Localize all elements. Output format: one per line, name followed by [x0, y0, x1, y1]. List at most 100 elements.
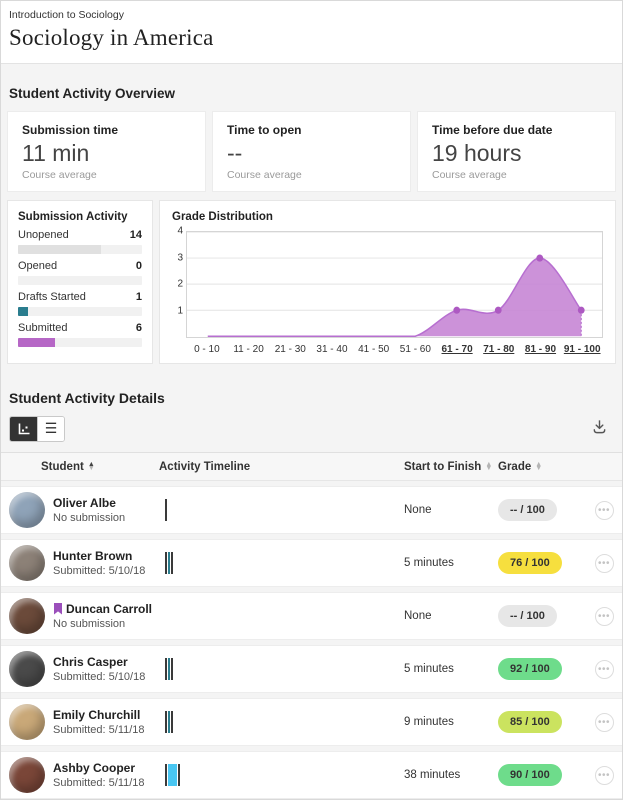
- student-avatar: [9, 598, 45, 634]
- stat-caption: Course average: [227, 169, 302, 181]
- timeline-tick: [171, 552, 173, 574]
- more-cell: •••: [586, 712, 622, 732]
- more-options-button[interactable]: •••: [594, 500, 614, 520]
- column-label: Start to Finish: [404, 460, 482, 473]
- activity-label: Submitted: [18, 322, 68, 334]
- timeline-tick: [168, 711, 170, 733]
- submission-status: Submitted: 5/11/18: [53, 724, 145, 736]
- chart-data-point: [536, 254, 544, 262]
- grade-pill[interactable]: -- / 100: [498, 499, 557, 521]
- chart-view-icon: [18, 423, 29, 435]
- chart-view-button[interactable]: [10, 417, 37, 441]
- activity-timeline: [159, 604, 404, 628]
- download-button[interactable]: [585, 416, 614, 442]
- grade-pill[interactable]: 92 / 100: [498, 658, 562, 680]
- more-cell: •••: [586, 553, 622, 573]
- more-options-button[interactable]: •••: [594, 606, 614, 626]
- column-header-start-to-finish[interactable]: Start to Finish ▲ ▼: [404, 461, 498, 473]
- timeline-tick: [178, 764, 180, 786]
- column-label: Grade: [498, 460, 532, 473]
- student-name[interactable]: Chris Casper: [53, 655, 128, 669]
- student-name[interactable]: Emily Churchill: [53, 708, 140, 722]
- download-icon: [593, 420, 606, 434]
- table-header: Student ▲ ▼ Activity Timeline Start to Fi…: [1, 452, 622, 481]
- more-options-button[interactable]: •••: [594, 712, 614, 732]
- student-cell: Ashby Cooper Submitted: 5/11/18: [9, 757, 159, 793]
- activity-label: Unopened: [18, 229, 69, 241]
- sort-icon: ▲ ▼: [485, 460, 493, 472]
- chart-data-point: [453, 306, 461, 314]
- student-avatar: [9, 651, 45, 687]
- activity-count: 0: [135, 260, 142, 272]
- details-section-title: Student Activity Details: [9, 390, 165, 406]
- student-cell: Chris Casper Submitted: 5/10/18: [9, 651, 159, 687]
- x-axis-label-link[interactable]: 81 - 90: [520, 344, 562, 355]
- grade-pill[interactable]: -- / 100: [498, 605, 557, 627]
- start-to-finish: 38 minutes: [404, 769, 461, 781]
- more-cell: •••: [586, 606, 622, 626]
- column-header-grade[interactable]: Grade ▲ ▼: [498, 461, 586, 473]
- column-label: Activity Timeline: [159, 460, 251, 473]
- page-header: Introduction to Sociology Sociology in A…: [1, 1, 622, 64]
- student-name[interactable]: Hunter Brown: [53, 549, 132, 563]
- submission-status: Submitted: 5/10/18: [53, 671, 146, 683]
- details-toolbar: ☰: [9, 416, 614, 442]
- x-axis-label: 31 - 40: [316, 344, 348, 355]
- chart-x-axis: 0 - 10 11 - 20 21 - 30 31 - 40 41 - 50 51 - 6…: [186, 344, 603, 355]
- grade-cell: 76 / 100: [498, 552, 586, 574]
- grade-cell: 92 / 100: [498, 658, 586, 680]
- sort-icon: ▲ ▼: [87, 460, 95, 472]
- more-cell: •••: [586, 659, 622, 679]
- timeline-duration-bar: [168, 764, 177, 786]
- submission-activity-rows: Unopened 14 Opened 0 Drafts Started 1 Submitte…: [18, 229, 142, 347]
- y-axis-tick: 3: [177, 252, 183, 264]
- overview-section-title: Student Activity Overview: [9, 86, 176, 101]
- grade-cell: 85 / 100: [498, 711, 586, 733]
- stat-value: 11 min: [22, 140, 90, 166]
- grade-cell: -- / 100: [498, 605, 586, 627]
- grade-cell: -- / 100: [498, 499, 586, 521]
- student-name[interactable]: Oliver Albe: [53, 496, 116, 510]
- timeline-tick: [168, 552, 170, 574]
- sort-icon: ▲ ▼: [535, 460, 543, 472]
- x-axis-label-link[interactable]: 71 - 80: [478, 344, 520, 355]
- grade-pill[interactable]: 85 / 100: [498, 711, 562, 733]
- timeline-tick: [171, 658, 173, 680]
- activity-timeline: [159, 710, 404, 734]
- table-row: Duncan Carroll No submission None -- / 100 •…: [1, 592, 622, 640]
- table-row: Hunter Brown Submitted: 5/10/18 5 minutes 7…: [1, 539, 622, 587]
- student-name[interactable]: Duncan Carroll: [66, 602, 152, 616]
- activity-label: Opened: [18, 260, 58, 272]
- activity-timeline: [159, 498, 404, 522]
- student-name[interactable]: Ashby Cooper: [53, 761, 135, 775]
- grade-pill[interactable]: 90 / 100: [498, 764, 562, 786]
- student-cell: Hunter Brown Submitted: 5/10/18: [9, 545, 159, 581]
- more-options-button[interactable]: •••: [594, 659, 614, 679]
- list-view-icon: ☰: [44, 420, 58, 436]
- activity-bar-track: [18, 245, 142, 254]
- breadcrumb[interactable]: Introduction to Sociology: [9, 9, 614, 21]
- student-avatar: [9, 545, 45, 581]
- list-view-button[interactable]: ☰: [37, 417, 64, 441]
- grade-distribution-chart[interactable]: [186, 231, 603, 338]
- stat-card-time-before-due: Time before due date 19 hours Course ave…: [417, 111, 616, 192]
- x-axis-label-link[interactable]: 61 - 70: [436, 344, 478, 355]
- activity-count: 14: [129, 229, 142, 241]
- submission-activity-title: Submission Activity: [18, 211, 128, 223]
- student-avatar: [9, 704, 45, 740]
- more-options-button[interactable]: •••: [594, 553, 614, 573]
- x-axis-label-link[interactable]: 91 - 100: [561, 344, 603, 355]
- start-to-finish: 5 minutes: [404, 557, 454, 569]
- more-options-button[interactable]: •••: [594, 765, 614, 785]
- submission-activity-row: Opened 0: [18, 260, 142, 285]
- grade-cell: 90 / 100: [498, 764, 586, 786]
- submission-activity-panel: Submission Activity Unopened 14 Opened 0 Dra…: [7, 200, 153, 364]
- table-row: Oliver Albe No submission None -- / 100 •••: [1, 486, 622, 534]
- activity-bar-track: [18, 307, 142, 316]
- stat-label: Time before due date: [432, 123, 553, 137]
- grade-pill[interactable]: 76 / 100: [498, 552, 562, 574]
- timeline-tick: [165, 711, 167, 733]
- column-header-student[interactable]: Student ▲ ▼: [9, 461, 159, 473]
- y-axis-tick: 2: [177, 278, 183, 290]
- timeline-tick: [165, 658, 167, 680]
